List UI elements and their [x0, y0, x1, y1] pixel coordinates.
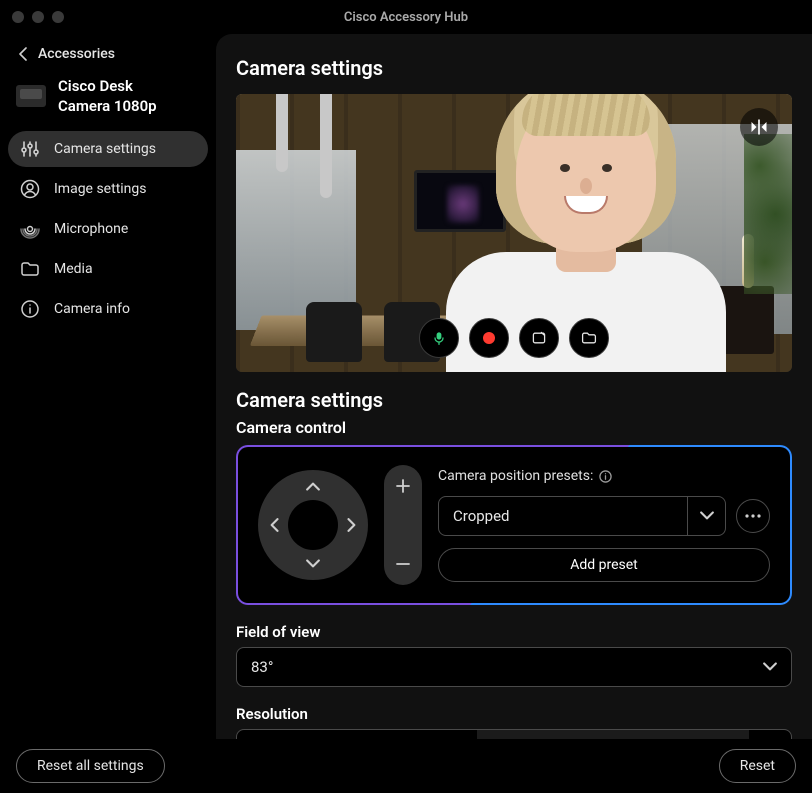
presets-label-text: Camera position presets: — [438, 468, 593, 484]
fov-label: Field of view — [236, 623, 792, 641]
device-header: Cisco Desk Camera 1080p — [8, 72, 208, 131]
preview-action-bar — [419, 318, 609, 358]
dpad-down-button[interactable] — [303, 554, 323, 574]
minimize-window-button[interactable] — [32, 11, 44, 23]
add-preset-button[interactable]: Add preset — [438, 548, 770, 582]
zoom-in-button[interactable] — [392, 475, 414, 497]
dpad-left-button[interactable] — [264, 515, 284, 535]
chevron-down-icon[interactable] — [687, 497, 725, 535]
open-folder-button[interactable] — [569, 318, 609, 358]
device-name-line1: Cisco Desk — [58, 76, 157, 96]
window-title: Cisco Accessory Hub — [0, 10, 812, 25]
sidebar-item-camera-settings[interactable]: Camera settings — [8, 131, 208, 167]
device-name: Cisco Desk Camera 1080p — [58, 76, 157, 117]
camera-preview — [236, 94, 792, 372]
sidebar-item-media[interactable]: Media — [8, 251, 208, 287]
resolution-value: 1920 x 1080 — [237, 730, 347, 739]
folder-icon — [20, 259, 40, 279]
presets-group: Camera position presets: Cropped Add pre… — [438, 468, 770, 582]
resolution-label: Resolution — [236, 705, 792, 723]
back-button[interactable]: Accessories — [8, 40, 208, 72]
person-circle-icon — [20, 179, 40, 199]
reset-all-button[interactable]: Reset all settings — [16, 749, 165, 783]
device-name-line2: Camera 1080p — [58, 96, 157, 116]
sliders-icon — [20, 139, 40, 159]
microphone-icon — [20, 219, 40, 239]
pan-tilt-dpad — [258, 470, 368, 580]
camera-control-panel: Camera position presets: Cropped Add pre… — [236, 445, 792, 605]
reset-button[interactable]: Reset — [719, 749, 796, 783]
sidebar-item-image-settings[interactable]: Image settings — [8, 171, 208, 207]
snapshot-button[interactable] — [519, 318, 559, 358]
sidebar-item-camera-info[interactable]: Camera info — [8, 291, 208, 327]
zoom-control — [384, 465, 422, 585]
page-title: Camera settings — [236, 56, 792, 80]
preset-select[interactable]: Cropped — [438, 496, 726, 536]
section-title: Camera settings — [236, 388, 792, 412]
preset-more-button[interactable] — [736, 499, 770, 533]
sidebar-item-label: Media — [54, 261, 93, 277]
resolution-select[interactable]: 1920 x 1080 — [236, 729, 792, 739]
camera-control-label: Camera control — [236, 418, 792, 437]
preset-selected-value: Cropped — [439, 499, 524, 533]
zoom-window-button[interactable] — [52, 11, 64, 23]
sidebar-item-label: Camera settings — [54, 141, 156, 157]
traffic-lights — [0, 11, 64, 23]
sidebar-item-label: Camera info — [54, 301, 130, 317]
fov-value: 83° — [237, 648, 287, 686]
close-window-button[interactable] — [12, 11, 24, 23]
microphone-toggle-button[interactable] — [419, 318, 459, 358]
info-icon[interactable] — [599, 470, 612, 483]
device-thumbnail — [16, 85, 46, 107]
back-label: Accessories — [38, 46, 115, 62]
chevron-left-icon — [18, 47, 28, 61]
sidebar: Accessories Cisco Desk Camera 1080p Came… — [0, 34, 216, 739]
fov-select[interactable]: 83° — [236, 647, 792, 687]
dpad-right-button[interactable] — [342, 515, 362, 535]
presets-label: Camera position presets: — [438, 468, 770, 484]
main-panel: Camera settings — [216, 34, 812, 739]
record-button[interactable] — [469, 318, 509, 358]
zoom-out-button[interactable] — [392, 553, 414, 575]
dpad-up-button[interactable] — [303, 476, 323, 496]
sidebar-nav: Camera settings Image settings Microphon… — [8, 131, 208, 327]
sidebar-item-label: Image settings — [54, 181, 147, 197]
chevron-down-icon[interactable] — [749, 662, 791, 672]
footer-bar: Reset all settings Reset — [0, 739, 812, 793]
sidebar-item-microphone[interactable]: Microphone — [8, 211, 208, 247]
dpad-center[interactable] — [288, 500, 338, 550]
info-icon — [20, 299, 40, 319]
mirror-toggle-button[interactable] — [740, 108, 778, 146]
sidebar-item-label: Microphone — [54, 221, 128, 237]
window-chrome: Cisco Accessory Hub — [0, 0, 812, 34]
